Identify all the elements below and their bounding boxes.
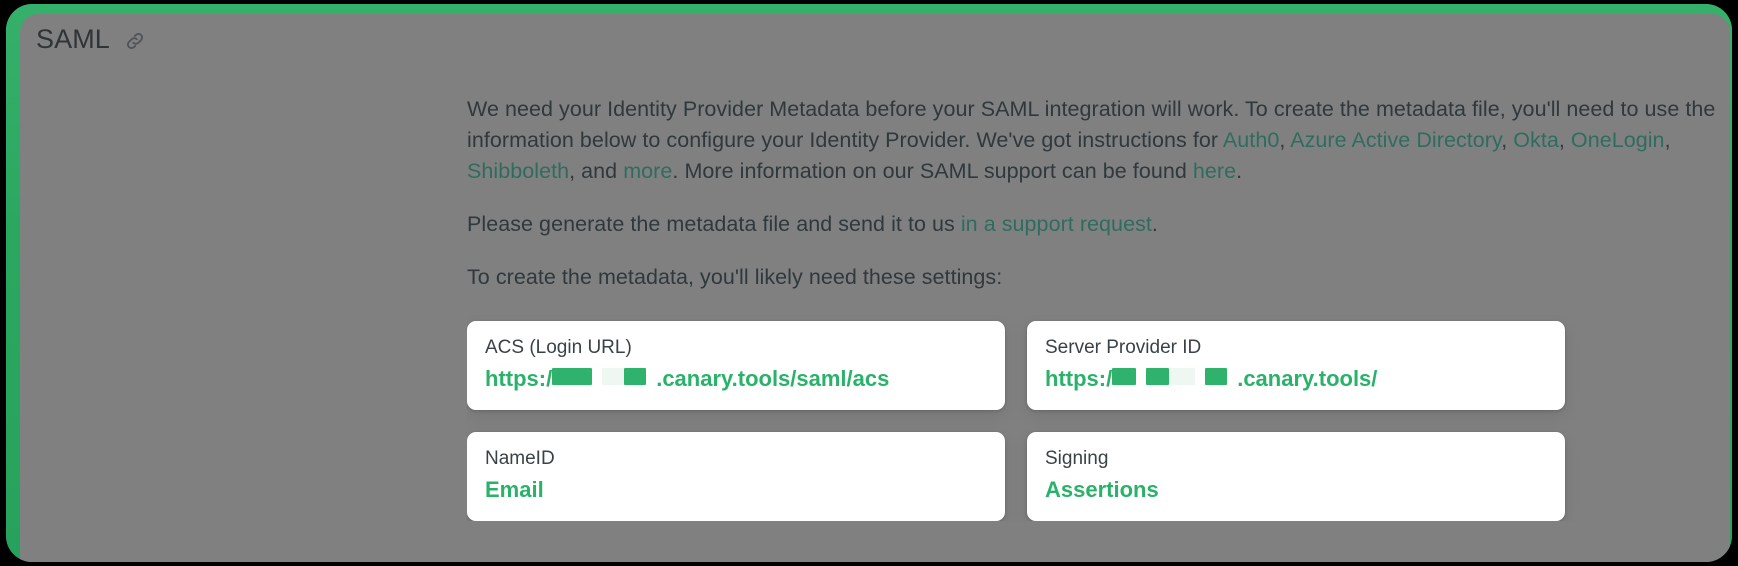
card-acs-login-url[interactable]: ACS (Login URL) https:/ .canary.tools/sa… [467, 321, 1005, 410]
card-label: Server Provider ID [1045, 337, 1202, 358]
page-header: SAML [36, 22, 146, 56]
intro-paragraph: We need your Identity Provider Metadata … [467, 94, 1730, 187]
card-value: https:/ .canary.tools/ [1045, 364, 1547, 394]
settings-content: We need your Identity Provider Metadata … [467, 94, 1730, 521]
spid-value-prefix: https:/ [1045, 366, 1113, 391]
sep-3: , [1558, 128, 1571, 152]
sep-5: , and [569, 159, 624, 183]
support-text-segment-1: Please generate the metadata file and se… [467, 212, 961, 236]
acs-value-suffix: .canary.tools/saml/acs [656, 366, 890, 391]
redaction-block [624, 368, 647, 385]
card-server-provider-id[interactable]: Server Provider ID https:/ .canary.tools… [1027, 321, 1565, 410]
settings-cards: ACS (Login URL) https:/ .canary.tools/sa… [467, 321, 1730, 521]
redaction-block [552, 368, 593, 385]
settings-intro-paragraph: To create the metadata, you'll likely ne… [467, 262, 1730, 293]
intro-text-segment-2: . More information on our SAML support c… [672, 159, 1193, 183]
card-row-bottom: NameID Email Signing Assertions [467, 432, 1730, 521]
card-signing[interactable]: Signing Assertions [1027, 432, 1565, 521]
redaction-block [1112, 368, 1137, 385]
card-label: ACS (Login URL) [485, 337, 632, 358]
saml-settings-overlay: SAML We need your Identity Provider Meta… [20, 14, 1730, 562]
link-shibboleth[interactable]: Shibboleth [467, 159, 569, 183]
card-value: https:/ .canary.tools/saml/acs [485, 364, 987, 394]
redaction-block [1205, 368, 1228, 385]
card-label: NameID [485, 448, 555, 469]
link-support-request[interactable]: in a support request [961, 212, 1152, 236]
link-okta[interactable]: Okta [1513, 128, 1559, 152]
card-row-top: ACS (Login URL) https:/ .canary.tools/sa… [467, 321, 1730, 410]
sep-4: , [1664, 128, 1671, 152]
green-window-frame: SAML We need your Identity Provider Meta… [6, 4, 1732, 562]
link-icon[interactable] [124, 30, 146, 52]
redaction-block [1146, 368, 1170, 385]
settings-cards-region: ACS (Login URL) https:/ .canary.tools/sa… [467, 293, 1730, 521]
settings-intro-text: To create the metadata, you'll likely ne… [467, 265, 1003, 289]
acs-value-prefix: https:/ [485, 366, 553, 391]
link-azure-active-directory[interactable]: Azure Active Directory [1290, 128, 1501, 152]
redaction-block-pale [602, 368, 625, 385]
sep-2: , [1501, 128, 1514, 152]
card-nameid[interactable]: NameID Email [467, 432, 1005, 521]
card-label: Signing [1045, 448, 1109, 469]
redaction-block-pale [1169, 368, 1196, 385]
link-auth0[interactable]: Auth0 [1223, 128, 1279, 152]
support-paragraph: Please generate the metadata file and se… [467, 209, 1730, 240]
link-onelogin[interactable]: OneLogin [1571, 128, 1665, 152]
card-value: Email [485, 477, 544, 502]
sep-1: , [1279, 128, 1291, 152]
card-value: Assertions [1045, 477, 1159, 502]
support-text-segment-2: . [1151, 212, 1158, 236]
link-here[interactable]: here [1193, 159, 1236, 183]
page-title: SAML [36, 24, 110, 54]
spid-value-suffix: .canary.tools/ [1237, 366, 1378, 391]
link-more[interactable]: more [623, 159, 672, 183]
intro-text-segment-3: . [1236, 159, 1243, 183]
